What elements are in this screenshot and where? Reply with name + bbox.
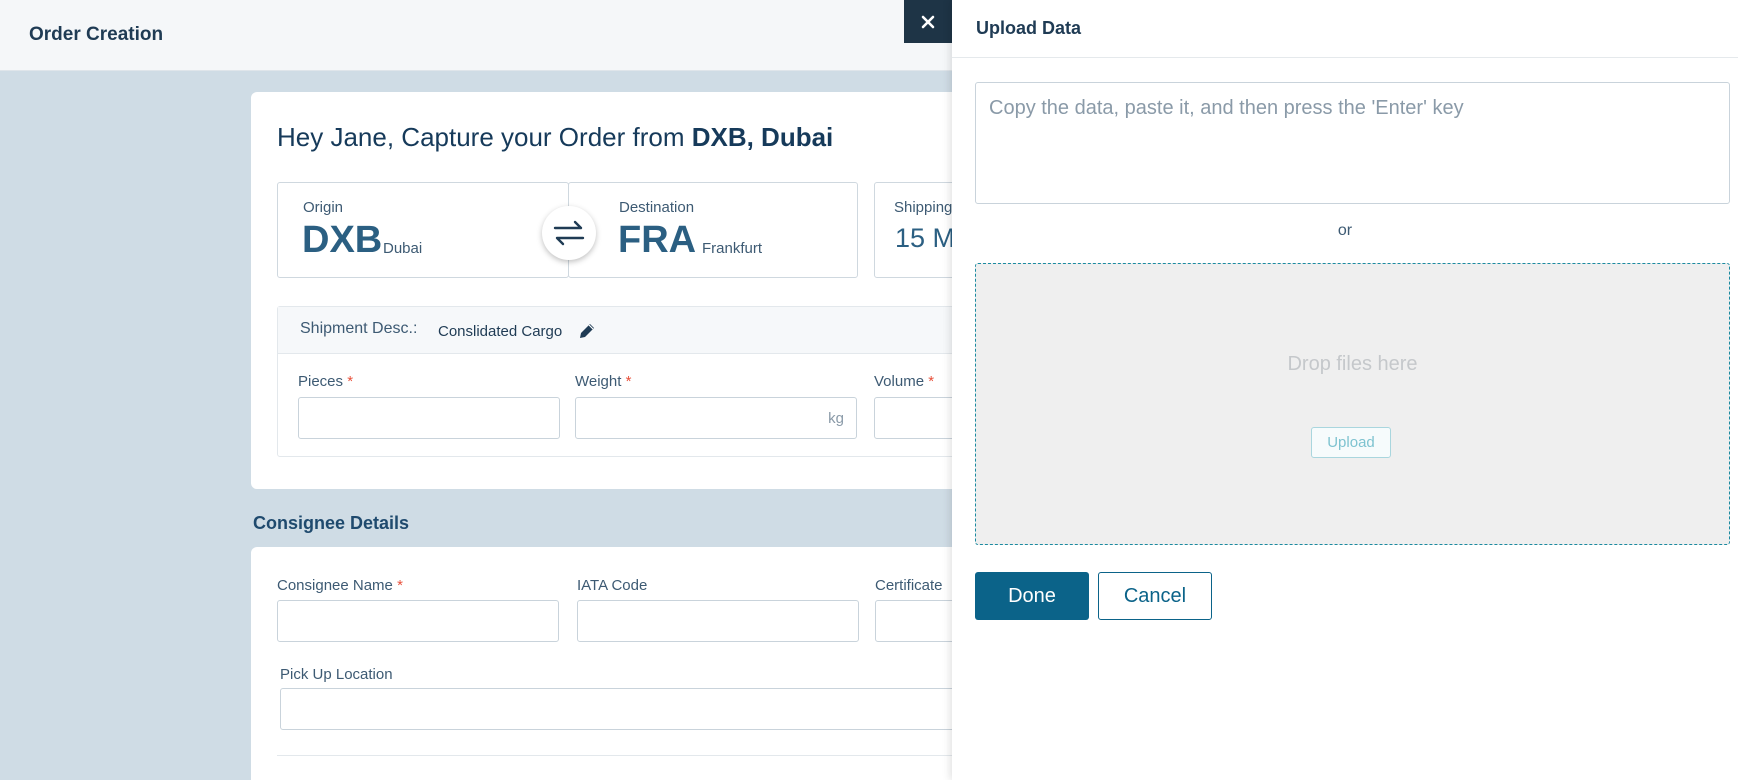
iata-code-input[interactable] bbox=[577, 600, 859, 642]
cancel-button[interactable]: Cancel bbox=[1098, 572, 1212, 620]
shipping-label: Shipping bbox=[894, 199, 953, 216]
shipment-desc-row: Shipment Desc.: Conslidated Cargo bbox=[278, 307, 1066, 354]
shipment-section: Shipment Desc.: Conslidated Cargo Pieces… bbox=[277, 306, 1067, 457]
swap-button[interactable] bbox=[542, 206, 596, 260]
consignee-card: Consignee Name * IATA Code Certificate P… bbox=[251, 547, 1055, 780]
close-button[interactable] bbox=[904, 0, 952, 43]
consignee-name-input[interactable] bbox=[277, 600, 559, 642]
origin-code: DXB bbox=[302, 219, 383, 261]
weight-label: Weight * bbox=[575, 373, 632, 390]
destination-label: Destination bbox=[619, 199, 695, 216]
or-separator: or bbox=[1337, 222, 1353, 239]
divider bbox=[277, 755, 1047, 756]
upload-button[interactable]: Upload bbox=[1311, 427, 1391, 458]
shipment-desc-label: Shipment Desc.: bbox=[300, 320, 418, 337]
destination-box[interactable]: Destination FRA Frankfurt bbox=[568, 182, 858, 278]
swap-arrows-icon bbox=[553, 220, 585, 246]
greeting-station: DXB, Dubai bbox=[691, 122, 834, 152]
volume-label: Volume * bbox=[874, 373, 935, 390]
pickup-location-label: Pick Up Location bbox=[280, 666, 393, 683]
order-card: Hey Jane, Capture your Order from DXB, D… bbox=[251, 92, 1067, 489]
consignee-section-title: Consignee Details bbox=[253, 513, 410, 533]
consignee-name-label: Consignee Name * bbox=[277, 577, 403, 594]
certificate-label: Certificate bbox=[875, 577, 943, 594]
upload-data-panel: Upload Data or Drop files here Upload Do… bbox=[952, 0, 1738, 780]
origin-label: Origin bbox=[303, 199, 344, 216]
pieces-input[interactable] bbox=[298, 397, 560, 439]
done-button[interactable]: Done bbox=[975, 572, 1089, 620]
greeting-text: Hey Jane, Capture your Order from bbox=[277, 122, 692, 152]
paste-data-textarea[interactable] bbox=[975, 82, 1730, 204]
pickup-location-input[interactable] bbox=[280, 688, 1050, 730]
page-title: Order Creation bbox=[29, 24, 164, 45]
greeting: Hey Jane, Capture your Order from DXB, D… bbox=[277, 122, 833, 153]
pieces-label: Pieces * bbox=[298, 373, 354, 390]
panel-divider bbox=[952, 57, 1738, 58]
upload-panel-title: Upload Data bbox=[976, 18, 1082, 38]
close-icon bbox=[921, 15, 935, 28]
shipment-desc-value: Conslidated Cargo bbox=[438, 323, 563, 340]
weight-input[interactable]: kg bbox=[575, 397, 857, 439]
origin-city: Dubai bbox=[383, 240, 423, 257]
file-dropzone[interactable]: Drop files here Upload bbox=[975, 263, 1730, 545]
weight-unit: kg bbox=[828, 410, 844, 427]
pencil-icon[interactable] bbox=[578, 322, 596, 345]
drop-files-text: Drop files here bbox=[1287, 353, 1418, 375]
destination-code: FRA bbox=[618, 219, 697, 261]
shipping-value: 15 M bbox=[895, 223, 956, 253]
iata-code-label: IATA Code bbox=[577, 577, 648, 594]
origin-box[interactable]: Origin DXB Dubai bbox=[277, 182, 569, 278]
destination-city: Frankfurt bbox=[702, 240, 763, 257]
